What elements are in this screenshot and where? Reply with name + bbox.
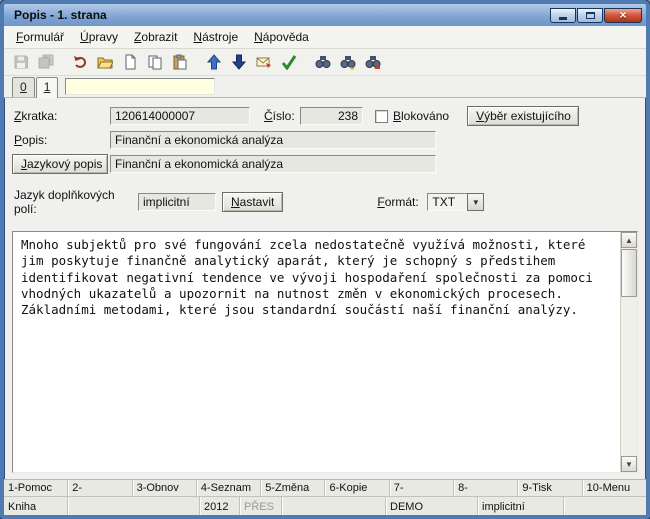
status-empty-2 [282,497,386,515]
jazykovy-popis-field[interactable]: Finanční a ekonomická analýza [110,155,436,173]
maximize-button[interactable] [577,7,603,23]
form-row-zkratka: Zkratka: 120614000007 Číslo: 238 Bloková… [14,106,638,126]
menu-formular[interactable]: Formulář [8,27,72,47]
arrow-down-icon: ▼ [625,459,633,469]
format-label: Formát: [377,195,419,209]
vyber-existujiciho-button[interactable]: Výběr existujícího [467,106,580,126]
blokovano-label: Blokováno [393,109,450,123]
status-bar: Kniha 2012 PŘES DEMO implicitní [4,496,646,515]
minimize-button[interactable] [550,7,576,23]
tab-0[interactable]: 0 [12,77,35,97]
status-pres: PŘES [240,497,282,515]
save-all-icon[interactable] [35,51,57,73]
fkey-3-obnov[interactable]: 3-Obnov [133,480,197,496]
chevron-down-icon: ▼ [471,197,480,207]
menu-napoveda[interactable]: Nápověda [246,27,317,47]
fkey-5-zmena[interactable]: 5-Změna [261,480,326,496]
close-icon: × [619,8,627,22]
status-year: 2012 [200,497,240,515]
move-down-icon[interactable] [228,51,250,73]
popis-field[interactable]: Finanční a ekonomická analýza [110,131,436,149]
open-icon[interactable] [94,51,116,73]
toolbar [4,49,646,76]
find-next-icon[interactable] [337,51,359,73]
description-textarea[interactable]: Mnoho subjektů pro své fungování zcela n… [12,231,638,473]
minimize-icon [559,16,567,20]
cislo-field[interactable]: 238 [300,107,363,125]
jazykovy-popis-button[interactable]: Jazykový popis [12,154,108,174]
scrollbar-track[interactable] [621,297,637,456]
status-empty-3 [564,497,646,515]
status-implicitni: implicitní [478,497,564,515]
spell-check-icon[interactable] [278,51,300,73]
status-empty-1 [68,497,200,515]
fkey-9-tisk[interactable]: 9-Tisk [518,480,583,496]
window-title: Popis - 1. strana [14,8,107,22]
arrow-up-icon: ▲ [625,235,633,245]
scroll-up-button[interactable]: ▲ [621,232,637,248]
maximize-icon [585,11,595,19]
status-kniha: Kniha [4,497,68,515]
vertical-scrollbar[interactable]: ▲ ▼ [620,232,637,472]
copy-icon[interactable] [144,51,166,73]
form-row-popis: Popis: Finanční a ekonomická analýza [14,131,638,149]
editor-wrap: Mnoho subjektů pro své fungování zcela n… [12,231,638,473]
form-row-jazyk: Jazyk doplňkových polí: implicitní Nasta… [14,188,638,216]
tab-filter-input[interactable] [65,78,216,95]
app-window: Popis - 1. strana × Formulář Úpravy Zobr… [0,0,650,519]
move-up-icon[interactable] [203,51,225,73]
function-key-bar: 1-Pomoc 2- 3-Obnov 4-Seznam 5-Změna 6-Ko… [4,479,646,496]
menu-upravy[interactable]: Úpravy [72,27,126,47]
jazyk-field[interactable]: implicitní [138,193,216,211]
format-value[interactable]: TXT [427,193,468,211]
find-icon[interactable] [312,51,334,73]
zkratka-label: Zkratka: [14,109,58,123]
nastavit-button[interactable]: Nastavit [222,192,284,212]
find-replace-icon[interactable] [362,51,384,73]
tab-1[interactable]: 1 [35,77,59,98]
scrollbar-thumb[interactable] [621,249,637,297]
form-area: Zkratka: 120614000007 Číslo: 238 Bloková… [4,98,646,225]
fkey-8[interactable]: 8- [454,480,519,496]
jazyk-doplnkovych-poli-label: Jazyk doplňkových polí: [14,188,115,216]
cislo-label: Číslo: [264,109,295,123]
fkey-10-menu[interactable]: 10-Menu [583,480,646,496]
format-combobox[interactable]: TXT ▼ [427,193,485,211]
close-button[interactable]: × [604,7,642,23]
form-row-jazykovy-popis: Jazykový popis Finanční a ekonomická ana… [12,154,638,174]
menu-zobrazit[interactable]: Zobrazit [126,27,185,47]
save-icon[interactable] [10,51,32,73]
fkey-7[interactable]: 7- [390,480,455,496]
titlebar[interactable]: Popis - 1. strana × [4,4,646,26]
zkratka-field[interactable]: 120614000007 [110,107,250,125]
paste-icon[interactable] [169,51,191,73]
undo-icon[interactable] [69,51,91,73]
popis-label: Popis: [14,133,48,147]
format-dropdown-button[interactable]: ▼ [467,193,485,211]
new-document-icon[interactable] [119,51,141,73]
caption-buttons: × [550,7,642,23]
fkey-2[interactable]: 2- [68,480,133,496]
fkey-4-seznam[interactable]: 4-Seznam [197,480,262,496]
menu-nastroje[interactable]: Nástroje [185,27,246,47]
scroll-down-button[interactable]: ▼ [621,456,637,472]
status-demo: DEMO [386,497,478,515]
menu-bar: Formulář Úpravy Zobrazit Nástroje Nápově… [4,26,646,49]
fkey-1-pomoc[interactable]: 1-Pomoc [4,480,69,496]
fkey-6-kopie[interactable]: 6-Kopie [325,480,390,496]
tab-strip: 0 1 [4,76,646,98]
mail-icon[interactable] [253,51,275,73]
blokovano-checkbox[interactable] [375,109,388,123]
